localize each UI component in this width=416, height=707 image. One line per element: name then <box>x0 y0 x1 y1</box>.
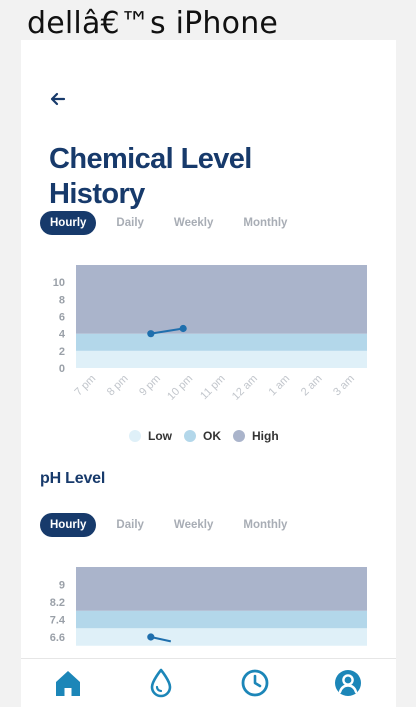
water-drop-icon[interactable] <box>145 667 177 699</box>
home-icon[interactable] <box>52 667 84 699</box>
y-tick-label: 6 <box>59 312 65 324</box>
band-ok <box>76 333 367 351</box>
x-tick-label: 7 pm <box>73 373 99 399</box>
data-point <box>179 324 187 333</box>
y-tick-label: 6.6 <box>50 632 65 644</box>
legend-swatch-ok <box>184 430 196 442</box>
y-tick-label: 10 <box>53 277 65 289</box>
x-tick-label: 10 pm <box>165 373 195 403</box>
y-tick-label: 8.2 <box>50 597 65 609</box>
tab-hourly[interactable]: Hourly <box>40 211 97 235</box>
tab-monthly[interactable]: Monthly <box>233 513 297 537</box>
y-tick-label: 7.4 <box>50 615 66 627</box>
data-point <box>147 633 155 641</box>
data-point <box>147 330 155 338</box>
legend-item-low: Low <box>129 429 172 443</box>
band-high <box>76 567 367 611</box>
band-high <box>76 265 367 334</box>
app-screen: Chemical Level History Hourly Daily Week… <box>21 40 396 707</box>
chemical-range-tabs: Hourly Daily Weekly Monthly <box>40 211 301 235</box>
legend-label: Low <box>148 429 172 443</box>
x-tick-label: 11 pm <box>198 373 228 403</box>
x-tick-label: 2 am <box>299 373 325 399</box>
tab-weekly[interactable]: Weekly <box>164 513 223 537</box>
page-title: Chemical Level History <box>49 143 252 210</box>
y-tick-label: 2 <box>59 346 65 358</box>
x-tick-label: 9 pm <box>137 373 163 399</box>
arrow-left-icon[interactable] <box>47 88 69 110</box>
bottom-nav <box>21 658 396 707</box>
band-low <box>76 628 367 646</box>
tab-daily[interactable]: Daily <box>106 211 154 235</box>
legend-label: OK <box>203 429 221 443</box>
legend-swatch-high <box>233 430 245 442</box>
y-tick-label: 9 <box>59 580 65 592</box>
tab-hourly[interactable]: Hourly <box>40 513 97 537</box>
x-tick-label: 8 pm <box>105 373 131 399</box>
x-tick-label: 1 am <box>267 373 293 399</box>
tab-daily[interactable]: Daily <box>106 513 154 537</box>
band-ok <box>76 610 367 629</box>
band-low <box>76 350 367 368</box>
user-icon[interactable] <box>332 667 364 699</box>
device-name: dellâ€™s iPhone <box>27 6 279 41</box>
legend-item-ok: OK <box>184 429 221 443</box>
x-tick-label: 3 am <box>331 373 357 399</box>
clock-icon[interactable] <box>239 667 271 699</box>
x-tick-label: 12 am <box>230 373 260 403</box>
ph-level-chart: 6.6 7.4 8.2 9 <box>50 567 367 646</box>
ph-section-title: pH Level <box>40 470 106 487</box>
chemical-level-chart: 0 2 4 6 8 10 7 pm 8 pm 9 pm 10 pm 11 pm 12 am 1 am 2 … <box>53 265 367 403</box>
tab-monthly[interactable]: Monthly <box>233 211 297 235</box>
legend-swatch-low <box>129 430 141 442</box>
y-tick-label: 0 <box>59 363 65 375</box>
ph-range-tabs: Hourly Daily Weekly Monthly <box>40 513 301 537</box>
chart-legend: Low OK High <box>21 429 396 447</box>
y-tick-label: 4 <box>59 329 66 341</box>
legend-item-high: High <box>233 429 279 443</box>
y-tick-label: 8 <box>59 294 65 306</box>
tab-weekly[interactable]: Weekly <box>164 211 223 235</box>
legend-label: High <box>252 429 279 443</box>
